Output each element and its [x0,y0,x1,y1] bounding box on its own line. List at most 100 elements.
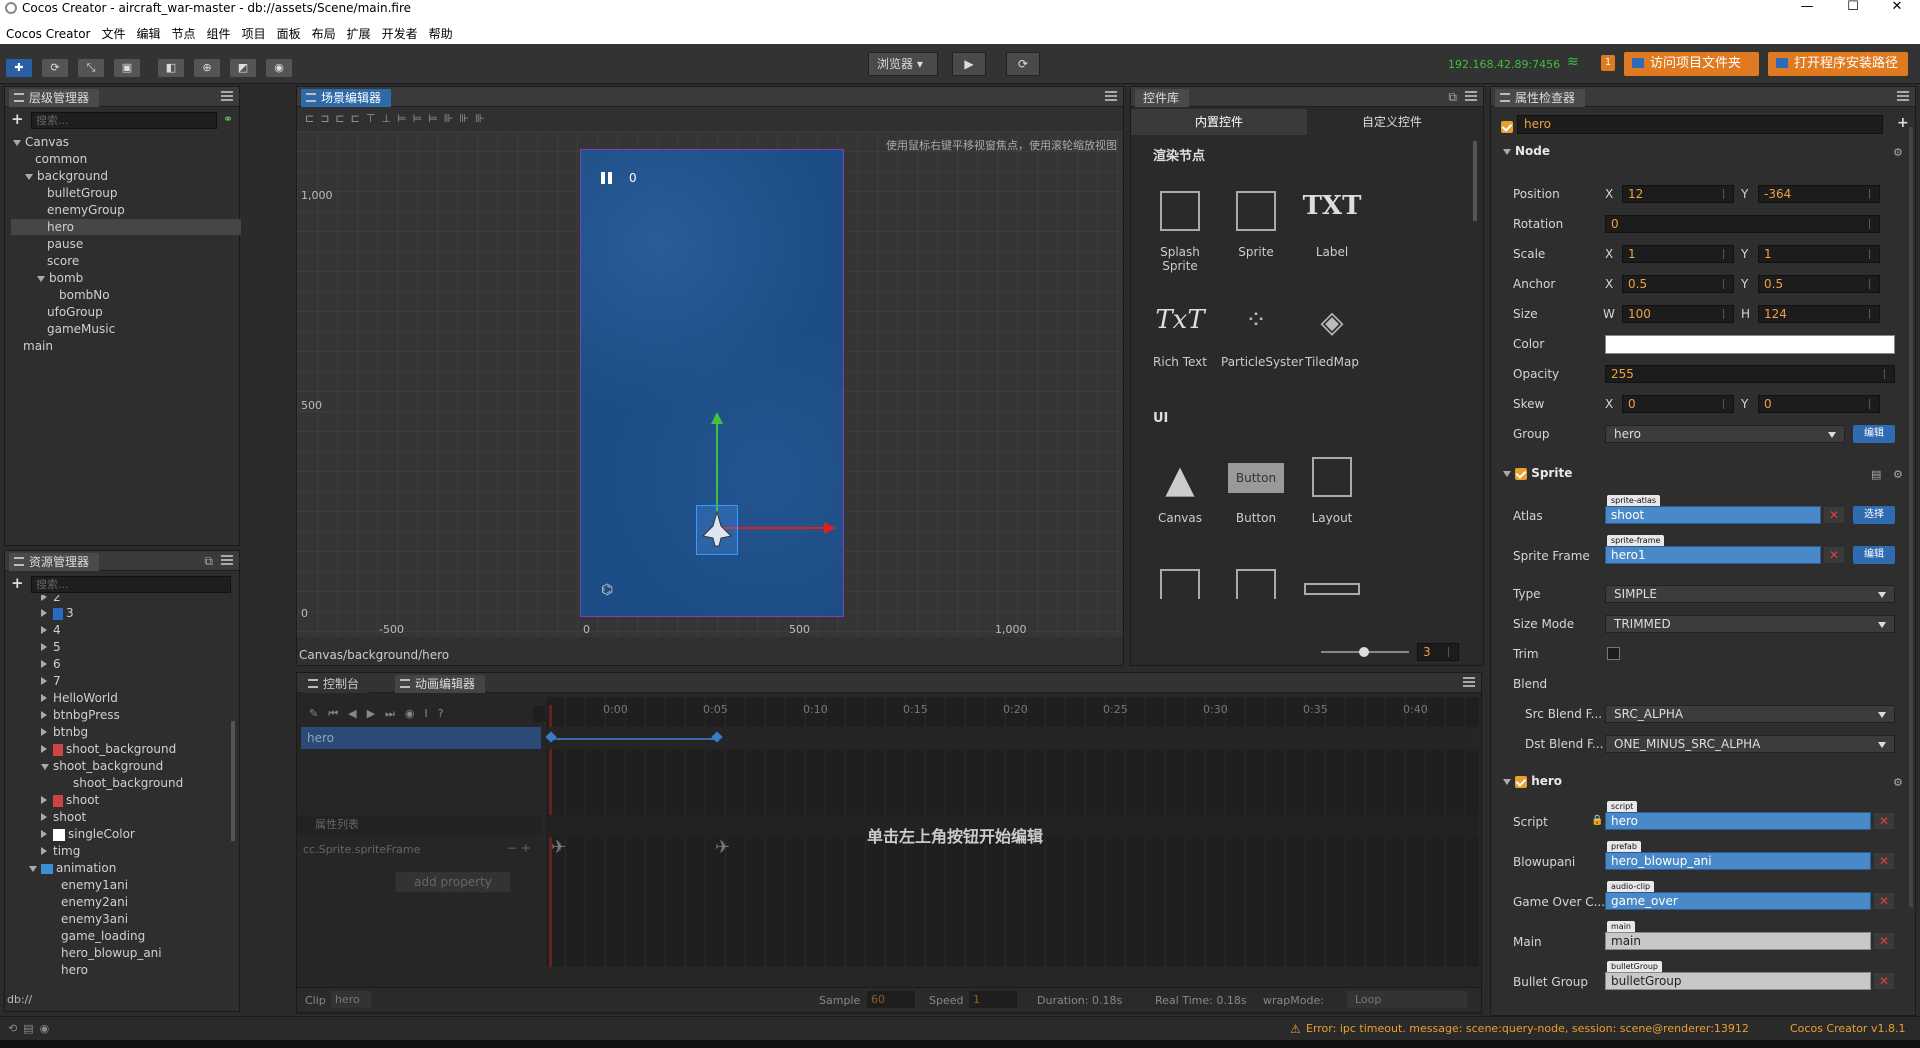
gear-icon[interactable]: ⚙ [1893,146,1903,159]
tree-node-pause[interactable]: pause [47,236,83,252]
tree-node-hero[interactable]: hero [11,219,241,235]
zoom-slider-handle[interactable] [1359,647,1369,657]
src-blend-select[interactable]: SRC_ALPHA [1605,705,1895,723]
tree-node-bomb[interactable]: bomb [37,270,83,286]
inspector-menu-icon[interactable] [1897,91,1909,101]
scale-tool-icon[interactable]: ⤡ [78,59,104,77]
color-swatch[interactable] [1605,335,1895,354]
snap-toggle-icon[interactable]: ◩ [230,59,256,77]
tab-animation[interactable]: 动画编辑器 [395,675,486,693]
animation-controls[interactable]: ✎⏮◀▶⏭◉I? [309,707,454,721]
clear-icon[interactable]: ✕ [1874,813,1894,829]
add-node-icon[interactable]: + [11,110,24,128]
widgets-scrollbar[interactable] [1473,141,1477,221]
anchor-x-input[interactable]: 0.5 [1622,275,1734,293]
script-field[interactable]: hero ✕ [1605,812,1894,830]
asset-item[interactable]: 5 [41,639,61,655]
assets-tab[interactable]: 资源管理器 [9,553,100,571]
atlas-select-button[interactable]: 选择 [1853,506,1895,524]
clear-icon[interactable]: ✕ [1824,547,1844,563]
node-name-input[interactable]: hero [1517,115,1883,134]
blowupani-field[interactable]: hero_blowup_ani ✕ [1605,852,1894,870]
add-property-button[interactable]: add property [395,871,511,893]
maximize-icon[interactable]: ☐ [1830,0,1876,16]
asset-item[interactable]: enemy1ani [61,877,128,893]
ip-address[interactable]: 192.168.42.89:7456 [1448,58,1560,71]
menu-node[interactable]: 节点 [166,22,201,42]
rect-tool-icon[interactable]: ▣ [114,59,140,77]
hero-sprite[interactable] [696,505,738,555]
asset-item[interactable]: 4 [41,622,61,638]
asset-item[interactable]: shoot [41,809,86,825]
trim-checkbox[interactable] [1607,647,1620,660]
anchor-y-input[interactable]: 0.5 [1758,275,1880,293]
node-active-checkbox[interactable] [1501,119,1513,133]
link-icon[interactable]: ⚭ [223,112,233,126]
tree-node-gamemusic[interactable]: gameMusic [47,321,115,337]
asset-item[interactable]: shoot_background [41,741,176,757]
doc-icon[interactable]: ▤ [1871,468,1881,481]
hierarchy-search-input[interactable]: 搜索... [31,112,217,129]
section-hero-script[interactable]: hero [1493,771,1901,791]
inspector-tab[interactable]: 属性检查器 [1495,89,1586,107]
tree-node-bombno[interactable]: bombNo [59,287,110,303]
minimize-icon[interactable]: — [1784,0,1830,16]
asset-item[interactable]: 7 [41,673,61,689]
hierarchy-tab[interactable]: 层级管理器 [9,89,100,107]
move-tool-icon[interactable]: ✚ [6,59,32,77]
skew-y-input[interactable]: 0 [1758,395,1880,413]
widget-layout[interactable]: Layout [1297,457,1367,525]
wrapmode-select[interactable]: Loop [1347,991,1467,1008]
speed-input[interactable]: 1 [969,991,1017,1008]
widget-rich-text[interactable]: TxT Rich Text [1145,305,1215,369]
popout-icon[interactable]: ⧉ [1448,90,1457,105]
animation-node-row[interactable]: hero [301,727,541,749]
menu-help[interactable]: 帮助 [423,22,458,42]
inspector-scrollbar[interactable] [1909,127,1913,907]
clear-icon[interactable]: ✕ [1874,893,1894,909]
widget-canvas[interactable]: ▲ Canvas [1145,457,1215,525]
tree-node-bulletgroup[interactable]: bulletGroup [47,185,118,201]
asset-item[interactable]: 3 [41,605,74,621]
open-install-path-button[interactable]: 打开程序安装路径 [1768,52,1908,76]
assets-menu-icon[interactable] [221,555,233,565]
menu-component[interactable]: 组件 [201,22,236,42]
clear-icon[interactable]: ✕ [1874,853,1894,869]
scale-y-input[interactable]: 1 [1758,245,1880,263]
position-y-input[interactable]: -364 [1758,185,1880,203]
add-asset-icon[interactable]: + [11,574,24,592]
asset-folder-animation[interactable]: animation [29,860,116,876]
opacity-input[interactable]: 255 [1605,365,1895,383]
size-mode-select[interactable]: TRIMMED [1605,615,1895,633]
tree-node-common[interactable]: common [35,151,87,167]
assets-search-input[interactable]: 搜索... [31,576,231,593]
skew-x-input[interactable]: 0 [1622,395,1734,413]
asset-item[interactable]: hero [61,962,88,978]
preview-platform-select[interactable]: 浏览器 ▾ [868,52,938,76]
game-canvas[interactable]: 0 ⌬ [580,149,844,617]
sprite-frame-edit-button[interactable]: 编辑 [1853,546,1895,564]
asset-item[interactable]: enemy2ani [61,894,128,910]
x-gizmo-arrow-icon[interactable] [824,522,836,534]
widget-progressbar[interactable] [1297,583,1367,595]
add-component-icon[interactable]: + [1897,115,1909,131]
rotate-tool-icon[interactable]: ⟳ [42,59,68,77]
menu-extension[interactable]: 扩展 [341,22,376,42]
sample-input[interactable]: 60 [867,991,915,1008]
pivot-toggle-icon[interactable]: ◧ [158,59,184,77]
hierarchy-menu-icon[interactable] [221,91,233,101]
bullet-group-field[interactable]: bulletGroup ✕ [1605,972,1894,990]
menu-project[interactable]: 项目 [236,22,271,42]
menu-cocos[interactable]: Cocos Creator [0,24,96,41]
menu-edit[interactable]: 编辑 [131,22,166,42]
tree-node-main[interactable]: main [23,338,53,354]
tree-node-enemygroup[interactable]: enemyGroup [47,202,125,218]
menu-panel[interactable]: 面板 [271,22,306,42]
widget-tiledmap[interactable]: ◈ TiledMap [1297,305,1367,369]
section-node[interactable]: Node [1493,141,1901,161]
asset-item[interactable]: btnbg [41,724,88,740]
clip-select[interactable]: hero [331,991,371,1008]
asset-item[interactable]: shoot [41,792,99,808]
tab-console[interactable]: 控制台 [303,675,370,693]
widgets-tab[interactable]: 控件库 [1135,89,1190,107]
